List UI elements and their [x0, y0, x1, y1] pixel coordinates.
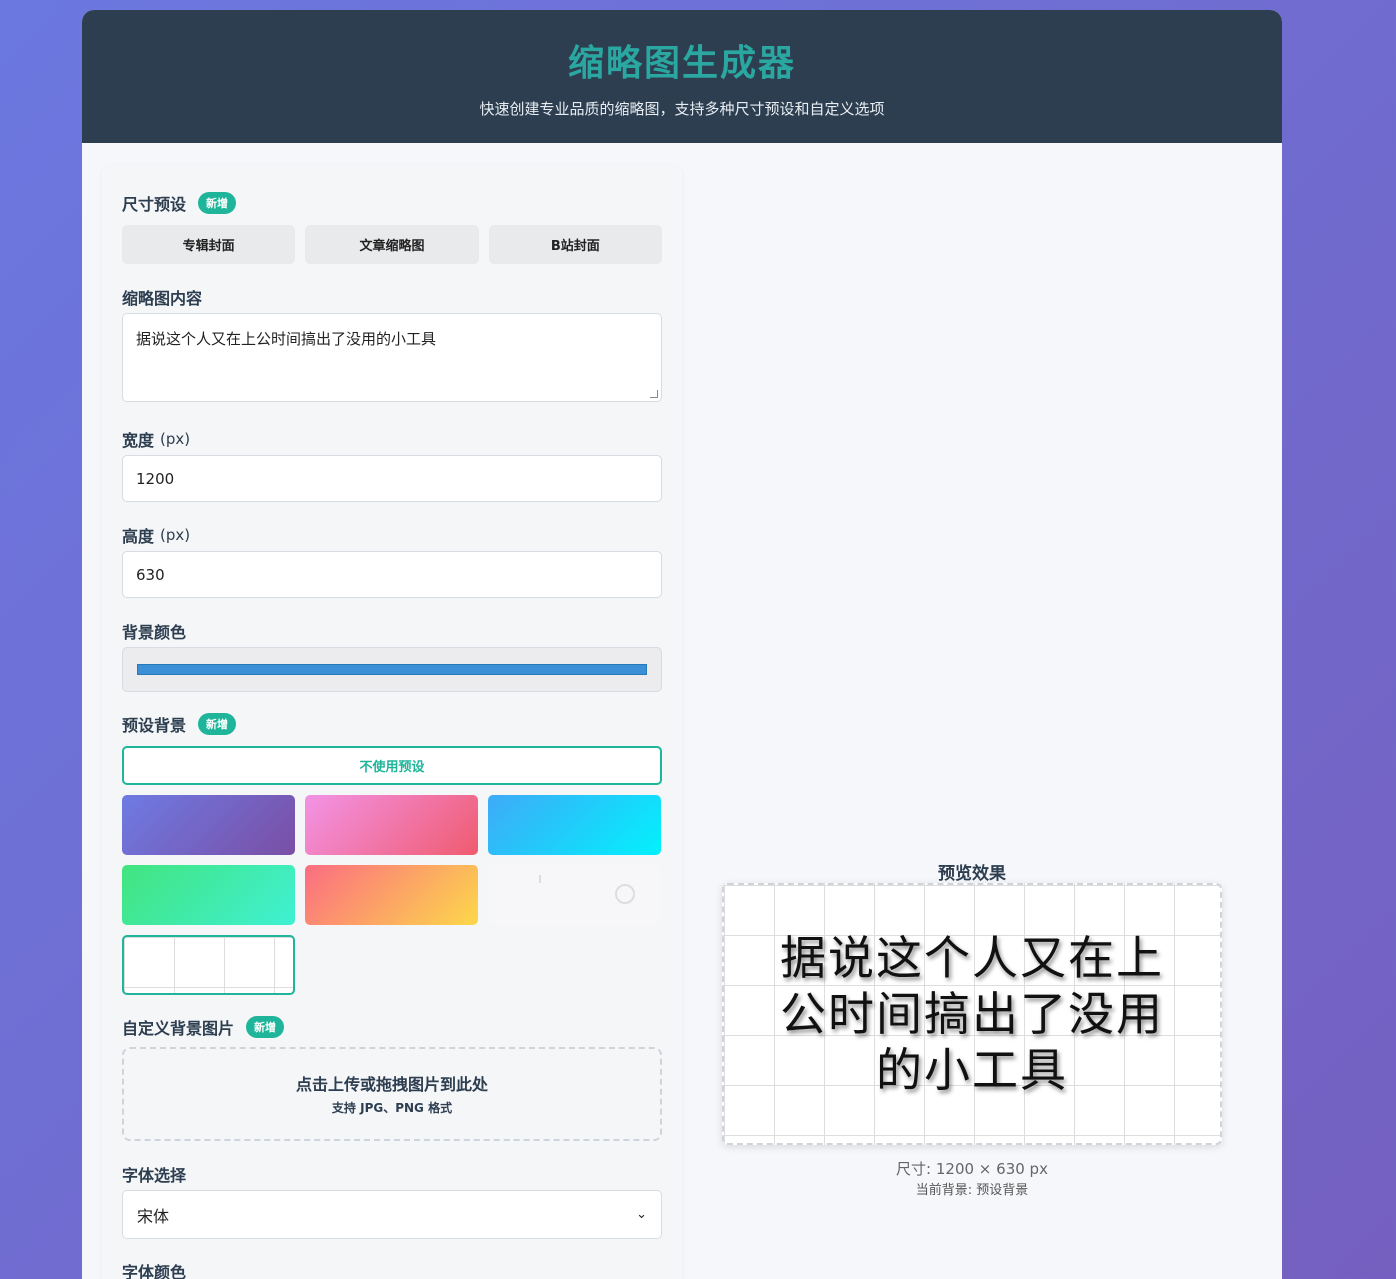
preset-bilibili-cover-button[interactable]: B站封面	[488, 225, 662, 264]
width-input[interactable]: 1200	[122, 455, 662, 502]
upload-hint: 支持 JPG、PNG 格式	[331, 1101, 453, 1115]
width-unit: (px)	[160, 430, 191, 448]
preview-title: 预览效果	[938, 864, 1006, 884]
preset-swatch-orange[interactable]	[305, 865, 478, 925]
header: 缩略图生成器 快速创建专业品质的缩略图，支持多种尺寸预设和自定义选项	[82, 10, 1282, 143]
settings-panel: 尺寸预设 新增 专辑封面 文章缩略图 B站封面 缩略图内容 据说这个人又在上公时…	[102, 165, 682, 1279]
preview-size-text: 尺寸: 1200 × 630 px	[896, 1160, 1048, 1178]
decor-mark	[539, 875, 541, 883]
size-presets-section: 尺寸预设 新增	[122, 191, 662, 215]
custom-bg-label: 自定义背景图片	[122, 1019, 235, 1038]
app-container: 缩略图生成器 快速创建专业品质的缩略图，支持多种尺寸预设和自定义选项 尺寸预设 …	[82, 10, 1282, 1279]
preset-bg-label: 预设背景	[122, 716, 187, 735]
content-textarea[interactable]: 据说这个人又在上公时间搞出了没用的小工具	[122, 313, 662, 402]
new-badge: 新增	[198, 192, 237, 214]
preview-canvas: 据说这个人又在上公时间搞出了没用的小工具	[722, 883, 1222, 1145]
preset-swatch-light[interactable]	[488, 865, 661, 925]
height-input[interactable]: 630	[122, 551, 662, 598]
bg-color-label: 背景颜色	[122, 623, 187, 642]
font-select[interactable]: 宋体 ⌄	[122, 1190, 662, 1239]
preview-bg-text: 当前背景: 预设背景	[915, 1183, 1029, 1198]
preset-swatch-cyan[interactable]	[488, 795, 661, 855]
new-badge: 新增	[198, 713, 237, 735]
no-preset-button[interactable]: 不使用预设	[122, 746, 662, 785]
upload-dropzone[interactable]: 点击上传或拖拽图片到此处 支持 JPG、PNG 格式	[122, 1047, 662, 1141]
chevron-down-icon: ⌄	[636, 1207, 647, 1222]
new-badge: 新增	[246, 1016, 285, 1038]
page-subtitle: 快速创建专业品质的缩略图，支持多种尺寸预设和自定义选项	[479, 100, 885, 118]
height-unit: (px)	[160, 526, 191, 544]
font-select-value: 宋体	[137, 1206, 170, 1226]
preview-text: 据说这个人又在上公时间搞出了没用的小工具	[780, 931, 1164, 1097]
circle-icon	[615, 884, 635, 904]
preset-article-thumb-button[interactable]: 文章缩略图	[305, 225, 479, 264]
upload-title: 点击上传或拖拽图片到此处	[295, 1075, 488, 1094]
font-color-label: 字体颜色	[122, 1263, 187, 1279]
preset-buttons: 专辑封面 文章缩略图 B站封面	[122, 225, 662, 264]
size-presets-label: 尺寸预设	[122, 195, 187, 214]
font-label: 字体选择	[122, 1166, 187, 1185]
preset-swatch-purple[interactable]	[122, 795, 295, 855]
width-label: 宽度	[122, 431, 155, 450]
preset-swatch-grid-selected[interactable]	[122, 935, 295, 995]
preset-swatch-pink[interactable]	[305, 795, 478, 855]
preset-swatch-grid	[122, 795, 662, 995]
bg-color-swatch	[137, 664, 647, 675]
bg-color-picker[interactable]	[122, 647, 662, 692]
preset-album-cover-button[interactable]: 专辑封面	[122, 225, 296, 264]
content-label: 缩略图内容	[122, 289, 203, 308]
preset-swatch-green[interactable]	[122, 865, 295, 925]
page-title: 缩略图生成器	[567, 43, 796, 84]
height-label: 高度	[122, 527, 155, 546]
